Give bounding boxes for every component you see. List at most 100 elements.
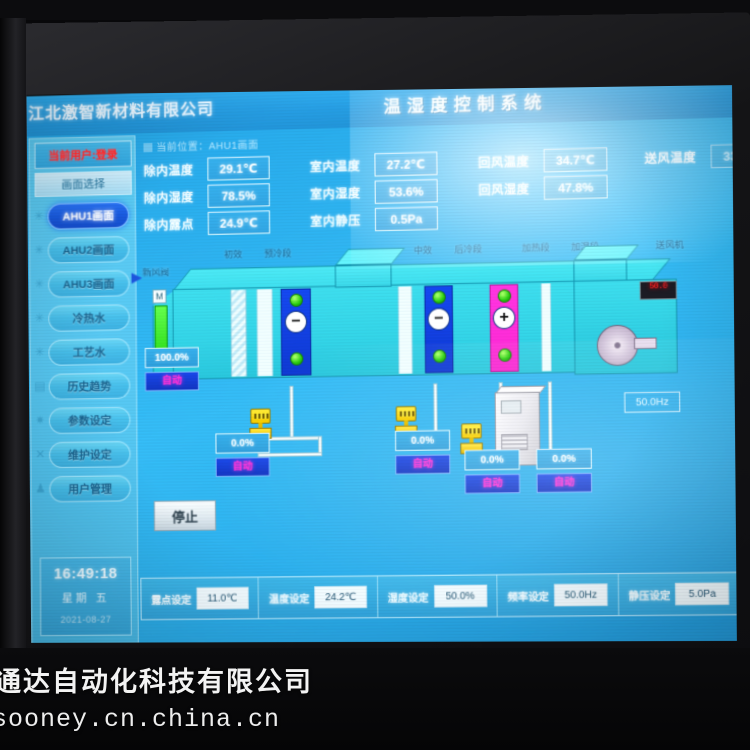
readout-label: 送风温度 bbox=[644, 150, 697, 166]
readout-label: 除内温度 bbox=[143, 162, 194, 179]
humidifier-valve-value: 0.0% bbox=[536, 448, 592, 470]
setpoint-value-temperature[interactable]: 24.2℃ bbox=[314, 585, 368, 609]
coil-node-icon bbox=[432, 349, 447, 364]
sidebar-nav-list: ✳ AHU1画面 ☝ ▶ ✳ AHU2画面 ✳ AHU3画面 bbox=[30, 199, 142, 508]
diagram-label-heating: 加热段 bbox=[521, 242, 550, 254]
readout-group-return-air: 回风温度 34.7℃ 回风湿度 47.8% bbox=[478, 145, 608, 203]
mid-plenum-top bbox=[334, 247, 406, 266]
precool-coil: − bbox=[280, 288, 312, 376]
setpoint-cell-dewpoint: 露点设定 11.0℃ bbox=[141, 577, 260, 620]
readout-label: 室内温度 bbox=[309, 158, 361, 175]
readout-value-room-temp: 27.2℃ bbox=[374, 151, 438, 177]
readout-row: 室内温度 27.2℃ bbox=[310, 150, 438, 181]
setpoint-label: 频率设定 bbox=[507, 591, 549, 604]
readout-value-dehum-humidity: 78.5% bbox=[207, 183, 270, 208]
sidebar-row: ✳ AHU3画面 bbox=[30, 267, 137, 303]
setpoint-value-humidity[interactable]: 50.0% bbox=[433, 584, 487, 608]
mid-plenum bbox=[334, 264, 392, 288]
snowflake-icon: ✳ bbox=[34, 310, 45, 326]
folder-icon bbox=[143, 142, 153, 153]
sidebar-item-process-water[interactable]: 工艺水 bbox=[48, 338, 130, 366]
setpoint-label: 露点设定 bbox=[151, 594, 192, 607]
sidebar-item-parameter-settings[interactable]: 参数设定 bbox=[48, 406, 131, 435]
valve-actuator-icon bbox=[250, 408, 271, 424]
readout-group-dehumidifier: 除内温度 29.1℃ 除内湿度 78.5% 除内露点 24.9℃ bbox=[144, 154, 271, 239]
clock-weekday: 星期 五 bbox=[61, 592, 110, 605]
heating-symbol-icon: + bbox=[492, 306, 516, 330]
setpoint-strip: 露点设定 11.0℃ 温度设定 24.2℃ 湿度设定 50.0% 频率设定 50… bbox=[140, 571, 738, 621]
photo-of-hmi-monitor: 江北激智新材料有限公司 温湿度控制系统 当前用户:登录 画面选择 ✳ AHU1画… bbox=[0, 0, 750, 750]
vfd-vent-icon bbox=[501, 433, 528, 451]
heating-valve-value: 0.0% bbox=[464, 449, 520, 471]
fan-frequency-display: 50.0 bbox=[639, 280, 678, 300]
coil-node-icon bbox=[289, 293, 303, 307]
coil-node-icon bbox=[498, 348, 512, 362]
clock-time: 16:49:18 bbox=[53, 564, 118, 583]
readout-label: 除内湿度 bbox=[143, 190, 194, 206]
readout-row: 除内温度 29.1℃ bbox=[144, 154, 270, 184]
precool-valve-value: 0.0% bbox=[215, 432, 270, 454]
sidebar-row: ✕ 维护设定 bbox=[31, 438, 138, 474]
clock-date: 2021-08-27 bbox=[60, 614, 112, 625]
snowflake-icon: ✳ bbox=[34, 276, 45, 292]
readout-value-dehum-temp: 29.1℃ bbox=[207, 155, 270, 181]
stop-button[interactable]: 停止 bbox=[153, 500, 217, 532]
diagram-label-supply-fan: 送风机 bbox=[655, 239, 684, 251]
diagram-label-prefilter: 初效 bbox=[224, 249, 243, 260]
readout-row: 室内湿度 53.6% bbox=[310, 177, 438, 207]
precool-valve-mode-button[interactable]: 自动 bbox=[215, 456, 270, 477]
sidebar-item-ahu2[interactable]: AHU2画面 bbox=[47, 235, 130, 264]
system-title: 温湿度控制系统 bbox=[383, 92, 548, 117]
screen-select-label: 画面选择 bbox=[34, 170, 132, 198]
fan-shaft bbox=[633, 337, 657, 350]
setpoint-label: 温度设定 bbox=[268, 593, 310, 606]
aftercool-valve-mode-button[interactable]: 自动 bbox=[395, 454, 451, 475]
breadcrumb-text: 当前位置：AHU1画面 bbox=[156, 140, 259, 154]
readout-row: 除内露点 24.9℃ bbox=[144, 208, 271, 238]
sidebar-item-user-management[interactable]: 用户管理 bbox=[49, 475, 131, 503]
readout-panel: 除内温度 29.1℃ 除内湿度 78.5% 除内露点 24.9℃ 室内温度 27… bbox=[138, 141, 738, 248]
diagram-label-precool: 预冷段 bbox=[264, 248, 292, 259]
blank-section-1 bbox=[256, 289, 274, 377]
snowflake-icon: ✳ bbox=[33, 208, 44, 224]
sidebar-item-chilled-hot-water[interactable]: 冷热水 bbox=[48, 304, 130, 332]
humidifier-valve-mode-button[interactable]: 自动 bbox=[536, 472, 593, 493]
sidebar-row: ✷ 参数设定 bbox=[31, 404, 138, 440]
sidebar-item-ahu3[interactable]: AHU3画面 bbox=[48, 269, 130, 298]
sidebar-row: ✳ AHU1画面 ☝ ▶ bbox=[30, 199, 142, 289]
setpoint-value-dewpoint[interactable]: 11.0℃ bbox=[196, 586, 249, 610]
setpoint-label: 静压设定 bbox=[628, 590, 671, 603]
coil-node-icon bbox=[497, 289, 512, 303]
sidebar-item-maintenance-settings[interactable]: 维护设定 bbox=[49, 440, 131, 469]
setpoint-value-static-pressure[interactable]: 5.0Pa bbox=[675, 582, 730, 606]
sidebar-row: ✳ 冷热水 bbox=[30, 301, 137, 337]
fresh-air-damper-value: 100.0% bbox=[144, 347, 199, 369]
readout-group-supply-air: 送风温度 33.2℃ bbox=[644, 141, 738, 172]
valve-actuator-icon bbox=[461, 423, 482, 439]
diagram-label-fresh-air-damper: 新风阀 bbox=[142, 267, 170, 278]
setpoint-cell-humidity: 湿度设定 50.0% bbox=[377, 575, 498, 618]
setpoint-value-frequency[interactable]: 50.0Hz bbox=[553, 583, 608, 607]
heating-valve-mode-button[interactable]: 自动 bbox=[464, 473, 521, 494]
readout-label: 室内湿度 bbox=[309, 186, 361, 202]
readout-label: 回风湿度 bbox=[478, 181, 530, 198]
coil-node-icon bbox=[432, 290, 446, 305]
chart-icon: ▤ bbox=[34, 378, 46, 394]
sidebar-item-history-trend[interactable]: 历史趋势 bbox=[48, 372, 131, 400]
monitor-screen-area: 江北激智新材料有限公司 温湿度控制系统 当前用户:登录 画面选择 ✳ AHU1画… bbox=[26, 85, 738, 643]
main-content: 当前位置：AHU1画面 除内温度 29.1℃ 除内湿度 78.5% 除内露点 2… bbox=[137, 119, 738, 643]
medium-filter-section bbox=[397, 286, 413, 374]
readout-value-room-humidity: 53.6% bbox=[374, 179, 438, 204]
user-login-button[interactable]: 当前用户:登录 bbox=[34, 140, 132, 170]
readout-value-return-temp: 34.7℃ bbox=[543, 147, 608, 173]
monitor-left-edge bbox=[0, 18, 26, 663]
aftercool-valve-value: 0.0% bbox=[395, 429, 451, 452]
readout-value-return-humidity: 47.8% bbox=[543, 174, 608, 200]
readout-label: 回风温度 bbox=[478, 154, 530, 170]
damper-actuator-icon: M bbox=[152, 289, 167, 304]
company-name: 江北激智新材料有限公司 bbox=[28, 101, 215, 124]
sidebar-item-ahu1[interactable]: AHU1画面 bbox=[47, 201, 130, 230]
humidifier-section bbox=[540, 283, 552, 372]
gear-icon: ✷ bbox=[35, 413, 46, 428]
fresh-air-damper-mode-button[interactable]: 自动 bbox=[144, 371, 200, 392]
